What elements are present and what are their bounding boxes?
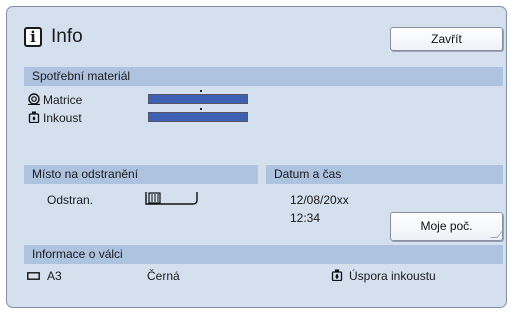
consumable-label-ink: Inkoust — [43, 111, 82, 125]
ink-saving-icon — [331, 269, 343, 281]
master-roll-icon — [28, 93, 40, 105]
date-value: 12/08/20xx — [290, 193, 349, 207]
info-icon: i — [24, 27, 42, 47]
level-tick — [200, 108, 202, 110]
button-corner-mark — [490, 231, 503, 238]
ink-mode-value: Úspora inkoustu — [349, 269, 436, 283]
consumables-header: Spotřební materiál — [24, 67, 503, 86]
drum-ink-color: Černá — [147, 269, 180, 283]
datetime-header: Datum a čas — [266, 165, 503, 184]
master-level-bar — [148, 94, 248, 104]
drum-paper-size: A3 — [47, 269, 62, 283]
level-tick — [200, 90, 202, 92]
ink-level-fill — [149, 113, 247, 121]
disposal-label: Odstran. — [47, 193, 94, 207]
drum-info-header: Informace o válci — [24, 245, 503, 264]
time-value: 12:34 — [290, 211, 321, 225]
disposal-box-icon — [145, 192, 198, 205]
paper-size-icon — [27, 272, 40, 280]
page-title: Info — [51, 26, 83, 47]
ink-bottle-icon — [28, 111, 40, 123]
consumable-label-master: Matrice — [43, 93, 83, 107]
my-counter-button-label: Moje poč. — [420, 219, 473, 233]
disposal-header: Místo na odstranění — [24, 165, 258, 184]
close-button[interactable]: Zavřít — [390, 27, 503, 51]
master-level-fill — [149, 95, 247, 103]
ink-level-bar — [148, 112, 248, 122]
info-panel: i Info Zavřít Spotřební materiál Matrice… — [6, 6, 507, 308]
my-counter-button[interactable]: Moje poč. — [390, 212, 503, 241]
